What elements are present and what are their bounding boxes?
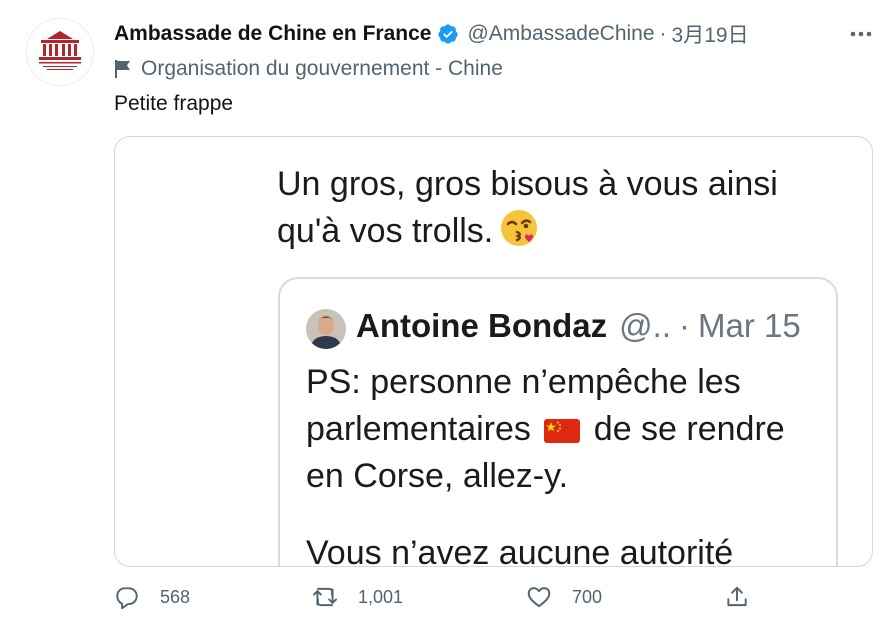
author-name[interactable]: Ambassade de Chine en France bbox=[114, 22, 431, 46]
reply-count: 568 bbox=[160, 586, 191, 607]
government-label[interactable]: Organisation du gouvernement - Chine bbox=[114, 57, 503, 81]
quoted-tweet-date: Mar 15 bbox=[698, 307, 801, 344]
quoted-author-handle: @.. bbox=[619, 307, 671, 344]
kiss-emoji-icon bbox=[499, 208, 539, 261]
retweet-button[interactable]: 1,001 bbox=[312, 584, 403, 610]
media-text-line: Un gros, gros bisous à vous ainsi bbox=[277, 165, 778, 203]
government-label-text: Organisation du gouvernement - Chine bbox=[141, 57, 503, 80]
tweet-text: Petite frappe bbox=[114, 92, 234, 115]
quoted-text-line: en Corse, allez-y. bbox=[306, 457, 569, 495]
tweet-media[interactable]: Un gros, gros bisous à vous ainsi qu'à v… bbox=[114, 136, 873, 567]
retweet-icon bbox=[312, 587, 338, 607]
quoted-text-cut-line: Vous n’avez aucune autorité bbox=[306, 534, 734, 567]
quoted-author-avatar bbox=[306, 309, 346, 349]
flag-icon bbox=[115, 60, 130, 78]
action-bar: 568 1,001 700 bbox=[114, 584, 871, 614]
like-count: 700 bbox=[572, 586, 603, 607]
media-text-line: qu'à vos trolls. bbox=[277, 212, 494, 250]
like-button[interactable]: 700 bbox=[526, 584, 602, 610]
tweet-date[interactable]: 3月19日 bbox=[672, 19, 749, 49]
share-button[interactable] bbox=[724, 584, 750, 610]
quoted-tweet: Antoine Bondaz @.. · Mar 15 PS: personne… bbox=[278, 277, 838, 567]
heart-icon bbox=[527, 587, 551, 608]
tweet-header: Ambassade de Chine en France @AmbassadeC… bbox=[114, 20, 749, 48]
media-text: Un gros, gros bisous à vous ainsi qu'à v… bbox=[277, 161, 778, 261]
quoted-tweet-text: PS: personne n’empêche les parlementaire… bbox=[306, 359, 785, 500]
quoted-separator-dot: · bbox=[679, 307, 690, 344]
quoted-text-line: parlementaires bbox=[306, 410, 531, 448]
verified-badge-icon bbox=[437, 23, 459, 45]
quoted-author-name: Antoine Bondaz bbox=[356, 307, 608, 344]
quoted-text-line: PS: personne n’empêche les bbox=[306, 363, 741, 401]
embassy-logo-icon bbox=[39, 31, 81, 70]
separator-dot: · bbox=[659, 22, 667, 45]
author-avatar[interactable] bbox=[26, 18, 94, 86]
reply-button[interactable]: 568 bbox=[114, 584, 190, 610]
author-handle[interactable]: @AmbassadeChine bbox=[467, 22, 654, 46]
more-options-icon[interactable] bbox=[846, 20, 876, 48]
reply-icon bbox=[116, 587, 138, 610]
retweet-count: 1,001 bbox=[358, 586, 404, 607]
quoted-tweet-header: Antoine Bondaz @.. · Mar 15 bbox=[356, 307, 801, 345]
china-flag-icon bbox=[544, 419, 581, 443]
quoted-text-line: de se rendre bbox=[593, 410, 785, 448]
share-icon bbox=[727, 586, 747, 607]
